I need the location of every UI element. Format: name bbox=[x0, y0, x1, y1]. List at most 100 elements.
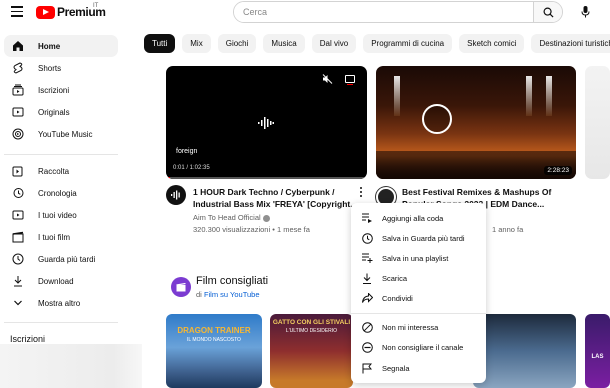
search-button[interactable] bbox=[533, 2, 562, 22]
chip-games[interactable]: Giochi bbox=[217, 34, 257, 53]
chevron-down-icon bbox=[12, 297, 24, 309]
captions-icon[interactable] bbox=[345, 75, 355, 85]
video-thumbnail[interactable]: foreign 0:01 / 1:02:35 bbox=[166, 66, 367, 179]
sidebar-item-history[interactable]: Cronologia bbox=[4, 182, 118, 204]
music-icon bbox=[12, 128, 24, 140]
history-icon bbox=[12, 187, 24, 199]
chip-cooking[interactable]: Programmi di cucina bbox=[363, 34, 453, 53]
movie-poster[interactable] bbox=[473, 314, 576, 388]
watch-later-icon bbox=[12, 253, 24, 265]
menu-item-label: Salva in una playlist bbox=[382, 253, 449, 263]
menu-item-download[interactable]: Scarica bbox=[351, 268, 486, 288]
sidebar-item-download[interactable]: Download bbox=[4, 270, 118, 292]
menu-item-label: Scarica bbox=[382, 273, 408, 283]
more-options-icon[interactable] bbox=[359, 187, 363, 199]
menu-item-label: Non consigliare il canale bbox=[382, 342, 464, 352]
stage-light bbox=[526, 76, 532, 116]
voice-search-button[interactable] bbox=[577, 4, 593, 20]
chip-comedy[interactable]: Sketch comici bbox=[459, 34, 525, 53]
video-overlay-label: foreign bbox=[176, 148, 198, 155]
menu-item-report[interactable]: Segnala bbox=[351, 358, 486, 378]
country-code: IT bbox=[93, 3, 99, 9]
sidebar-item-your-videos[interactable]: I tuoi video bbox=[4, 204, 118, 226]
search-box bbox=[233, 1, 563, 23]
video-progress-fill bbox=[166, 177, 171, 179]
section-subtitle: di Film su YouTube bbox=[196, 290, 260, 299]
subscriptions-icon bbox=[12, 84, 24, 96]
section-subtitle-prefix: di bbox=[196, 290, 202, 299]
chip-music[interactable]: Musica bbox=[263, 34, 305, 53]
menu-item-label: Aggiungi alla coda bbox=[382, 213, 444, 223]
upload-age: 1 mese fa bbox=[276, 225, 310, 234]
chip-travel[interactable]: Destinazioni turistiche bbox=[531, 34, 610, 53]
add-to-queue-icon bbox=[361, 212, 373, 224]
block-channel-icon bbox=[361, 341, 373, 353]
chip-live[interactable]: Dal vivo bbox=[311, 34, 357, 53]
video-thumbnail[interactable] bbox=[585, 66, 610, 179]
chip-mix[interactable]: Mix bbox=[182, 34, 211, 53]
youtube-app: Premium IT Home Shorts Iscrizioni Ori bbox=[0, 0, 610, 388]
movie-poster[interactable]: LAS bbox=[585, 314, 610, 388]
menu-item-save-playlist[interactable]: Salva in una playlist bbox=[351, 248, 486, 268]
mute-icon[interactable] bbox=[322, 74, 333, 84]
video-title-line2[interactable]: Industrial Bass Mix 'FREYA' [Copyright..… bbox=[193, 198, 355, 210]
channel-name[interactable]: Aim To Head Official bbox=[193, 213, 261, 222]
menu-item-add-to-queue[interactable]: Aggiungi alla coda bbox=[351, 208, 486, 228]
sidebar-item-label: Cronologia bbox=[38, 188, 77, 198]
video-duration: 2:28:23 bbox=[544, 166, 572, 175]
sidebar-item-label: Home bbox=[38, 41, 61, 51]
chip-all[interactable]: Tutti bbox=[144, 34, 176, 53]
menu-item-watch-later[interactable]: Salva in Guarda più tardi bbox=[351, 228, 486, 248]
sidebar-item-watch-later[interactable]: Guarda più tardi bbox=[4, 248, 118, 270]
microphone-icon bbox=[581, 6, 589, 18]
video-time: 0:01 / 1:02:35 bbox=[173, 165, 210, 171]
your-videos-icon bbox=[12, 209, 24, 221]
channel-avatar[interactable] bbox=[166, 185, 186, 205]
library-icon bbox=[12, 165, 24, 177]
sidebar-item-music[interactable]: YouTube Music bbox=[4, 123, 118, 145]
channel-name-row: Aim To Head Official bbox=[193, 213, 270, 222]
menu-item-not-interested[interactable]: Non mi interessa bbox=[351, 317, 486, 337]
movie-poster[interactable]: GATTO CON GLI STIVALI L'ULTIMO DESIDERIO bbox=[270, 314, 353, 388]
section-title: Film consigliati bbox=[196, 275, 269, 287]
stage-light bbox=[394, 76, 400, 116]
menu-item-label: Segnala bbox=[382, 363, 410, 373]
sidebar-item-subscriptions[interactable]: Iscrizioni bbox=[4, 79, 118, 101]
video-progress-bar[interactable] bbox=[166, 177, 367, 179]
section-subtitle-link[interactable]: Film su YouTube bbox=[204, 290, 260, 299]
download-icon bbox=[12, 275, 24, 287]
sidebar-item-shorts[interactable]: Shorts bbox=[4, 57, 118, 79]
sidebar-item-label: YouTube Music bbox=[38, 129, 93, 139]
menu-item-dont-recommend[interactable]: Non consigliare il canale bbox=[351, 337, 486, 357]
sidebar-item-home[interactable]: Home bbox=[4, 35, 118, 57]
poster-title: DRAGON TRAINER bbox=[177, 326, 251, 335]
sidebar-item-label: Iscrizioni bbox=[38, 85, 70, 95]
sidebar-item-label: I tuoi film bbox=[38, 232, 71, 242]
video-title[interactable]: 1 HOUR Dark Techno / Cyberpunk / bbox=[193, 186, 355, 198]
sidebar-item-label: Download bbox=[38, 276, 74, 286]
menu-icon[interactable] bbox=[11, 6, 23, 17]
menu-item-label: Salva in Guarda più tardi bbox=[382, 233, 465, 243]
your-movies-icon bbox=[12, 231, 24, 243]
video-title[interactable]: Best Festival Remixes & Mashups Of bbox=[402, 186, 576, 198]
search-input[interactable] bbox=[234, 2, 533, 22]
menu-item-share[interactable]: Condividi bbox=[351, 288, 486, 308]
sidebar-item-label: Originals bbox=[38, 107, 70, 117]
sidebar-item-show-more[interactable]: Mostra altro bbox=[4, 292, 118, 314]
sidebar-divider bbox=[4, 322, 118, 323]
movie-poster[interactable]: DRAGON TRAINER IL MONDO NASCOSTO bbox=[166, 314, 262, 388]
originals-icon bbox=[12, 106, 24, 118]
sidebar-item-library[interactable]: Raccolta bbox=[4, 160, 118, 182]
filter-chips: Tutti Mix Giochi Musica Dal vivo Program… bbox=[144, 34, 610, 53]
sidebar-item-label: Shorts bbox=[38, 63, 62, 73]
sidebar-item-label: Mostra altro bbox=[38, 298, 81, 308]
video-thumbnail[interactable]: 2:28:23 bbox=[376, 66, 576, 179]
sidebar-item-label: Raccolta bbox=[38, 166, 70, 176]
poster-title: GATTO CON GLI STIVALI bbox=[272, 319, 351, 326]
sidebar-item-originals[interactable]: Originals bbox=[4, 101, 118, 123]
sidebar-item-label: I tuoi video bbox=[38, 210, 77, 220]
home-icon bbox=[12, 40, 24, 52]
sidebar-item-your-movies[interactable]: I tuoi film bbox=[4, 226, 118, 248]
audio-wave-icon bbox=[258, 117, 274, 129]
video-stats: 320.300 visualizzazioni • 1 mese fa bbox=[193, 225, 310, 234]
